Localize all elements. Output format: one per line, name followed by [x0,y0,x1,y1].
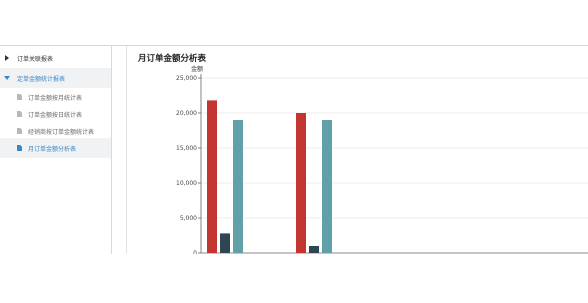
chart-bar [233,120,243,253]
y-tick-label: 15,000 [176,145,197,152]
chart-bar [296,113,306,253]
y-tick-label: 20,000 [176,110,197,117]
page-footer-blank [0,254,588,303]
y-axis-label: 金额 [191,65,203,73]
chart-bar [220,233,230,253]
chart-bar [322,120,332,253]
y-tick-label: 10,000 [176,180,197,187]
chart-bar [207,100,217,254]
y-tick-label: 25,000 [176,75,197,82]
chart-bar [309,246,319,253]
y-tick-label: 5,000 [180,215,197,222]
